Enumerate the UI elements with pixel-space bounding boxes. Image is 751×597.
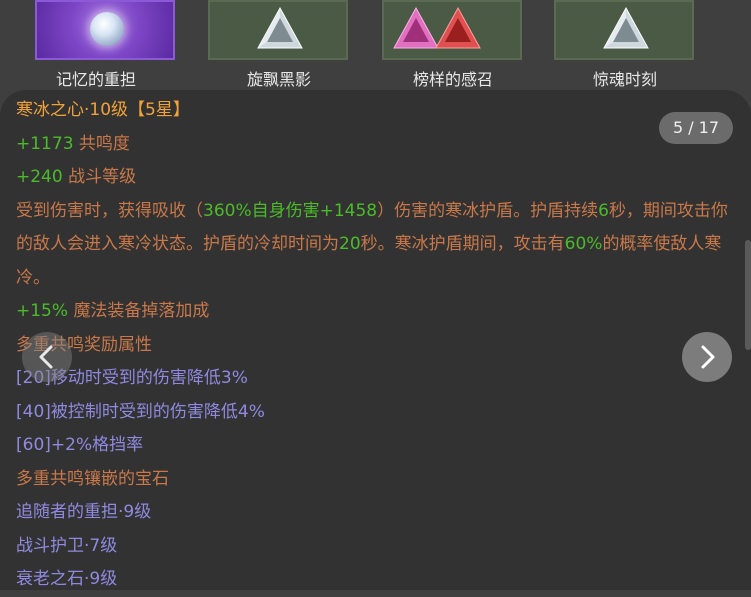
gem-label-2: 旋飘黑影 bbox=[246, 70, 311, 89]
gem-slot-4[interactable]: 惊魂时刻 bbox=[539, 0, 711, 92]
effect-text: 秒。寒冰护盾期间，攻击有 bbox=[360, 234, 565, 254]
gem-label-4: 惊魂时刻 bbox=[592, 70, 657, 89]
stat-name: 战斗等级 bbox=[68, 167, 137, 187]
page-indicator: 5 / 17 bbox=[659, 112, 733, 144]
stat-value: +1173 bbox=[16, 133, 74, 154]
resonance-bonus-item: [40]被控制时受到的伤害降低4% bbox=[16, 401, 265, 422]
gem-label-3: 榜样的感召 bbox=[412, 70, 493, 89]
gem-slot-3[interactable]: 榜样的感召 bbox=[367, 0, 539, 92]
gem-thumbnail-3[interactable] bbox=[382, 0, 522, 60]
socketed-gems-header: 多重共鸣镶嵌的宝石 bbox=[16, 468, 169, 489]
gem-slot-1[interactable]: 记忆的重担 bbox=[0, 0, 175, 92]
resonance-bonus-item: [60]+2%格挡率 bbox=[16, 435, 144, 455]
effect-value: 6 bbox=[598, 200, 609, 221]
bonus-magic-drop: +15% 魔法装备掉落加成 bbox=[16, 295, 726, 329]
gem-detail-panel: 寒冰之心·10级【5星】 +1173 共鸣度 +240 战斗等级 受到伤害时，获… bbox=[0, 90, 751, 590]
effect-value: 360%自身伤害+1458 bbox=[203, 200, 378, 221]
gem-slot-2[interactable]: 旋飘黑影 bbox=[193, 0, 365, 92]
silver-triangle-gem-icon bbox=[257, 6, 303, 49]
gem-thumbnail-4[interactable] bbox=[554, 0, 694, 60]
resonance-bonus-header: 多重共鸣奖励属性 bbox=[16, 334, 152, 355]
effect-value: 60% bbox=[564, 234, 603, 254]
gem-selector-row: 记忆的重担 旋飘黑影 榜样的感召 惊魂时刻 bbox=[0, 0, 751, 92]
chevron-right-icon bbox=[701, 345, 715, 369]
resonance-bonus-item: [20]移动时受到的伤害降低3% bbox=[16, 368, 248, 388]
socketed-gem-item[interactable]: 追随者的重担·9级 bbox=[16, 496, 726, 530]
effect-description: 受到伤害时，获得吸收（360%自身伤害+1458）伤害的寒冰护盾。护盾持续6秒，… bbox=[16, 195, 731, 296]
socketed-gem-item[interactable]: 衰老之石·9级 bbox=[16, 563, 726, 597]
silver-triangle-gem-icon bbox=[603, 6, 649, 49]
effect-value: 20 bbox=[339, 234, 361, 254]
stat-resonance: +1173 共鸣度 bbox=[16, 128, 726, 162]
gem-thumbnail-2[interactable] bbox=[208, 0, 348, 60]
stat-name: 共鸣度 bbox=[78, 133, 130, 154]
gem-detail-content: 寒冰之心·10级【5星】 +1173 共鸣度 +240 战斗等级 受到伤害时，获… bbox=[16, 94, 728, 597]
socketed-gem-item[interactable]: 战斗护卫·7级 bbox=[16, 530, 726, 564]
scrollbar[interactable] bbox=[745, 240, 751, 350]
effect-text: 受到伤害时，获得吸收（ bbox=[16, 200, 203, 221]
gem-thumbnail-1[interactable] bbox=[35, 0, 175, 60]
bonus-name: 魔法装备掉落加成 bbox=[73, 301, 210, 321]
pink-triangle-gem-icon bbox=[393, 6, 439, 49]
previous-button[interactable] bbox=[22, 332, 72, 382]
stat-combat-level: +240 战斗等级 bbox=[16, 161, 726, 195]
gem-label-1: 记忆的重担 bbox=[55, 70, 136, 89]
frost-orb-icon bbox=[90, 12, 124, 46]
gem-title: 寒冰之心·10级【5星】 bbox=[16, 100, 190, 120]
bonus-value: +15% bbox=[16, 301, 69, 321]
chevron-left-icon bbox=[39, 345, 53, 369]
next-button[interactable] bbox=[682, 332, 732, 382]
stat-value: +240 bbox=[16, 167, 63, 187]
effect-text: ）伤害的寒冰护盾。护盾持续 bbox=[377, 200, 599, 221]
red-triangle-gem-icon bbox=[435, 6, 481, 49]
